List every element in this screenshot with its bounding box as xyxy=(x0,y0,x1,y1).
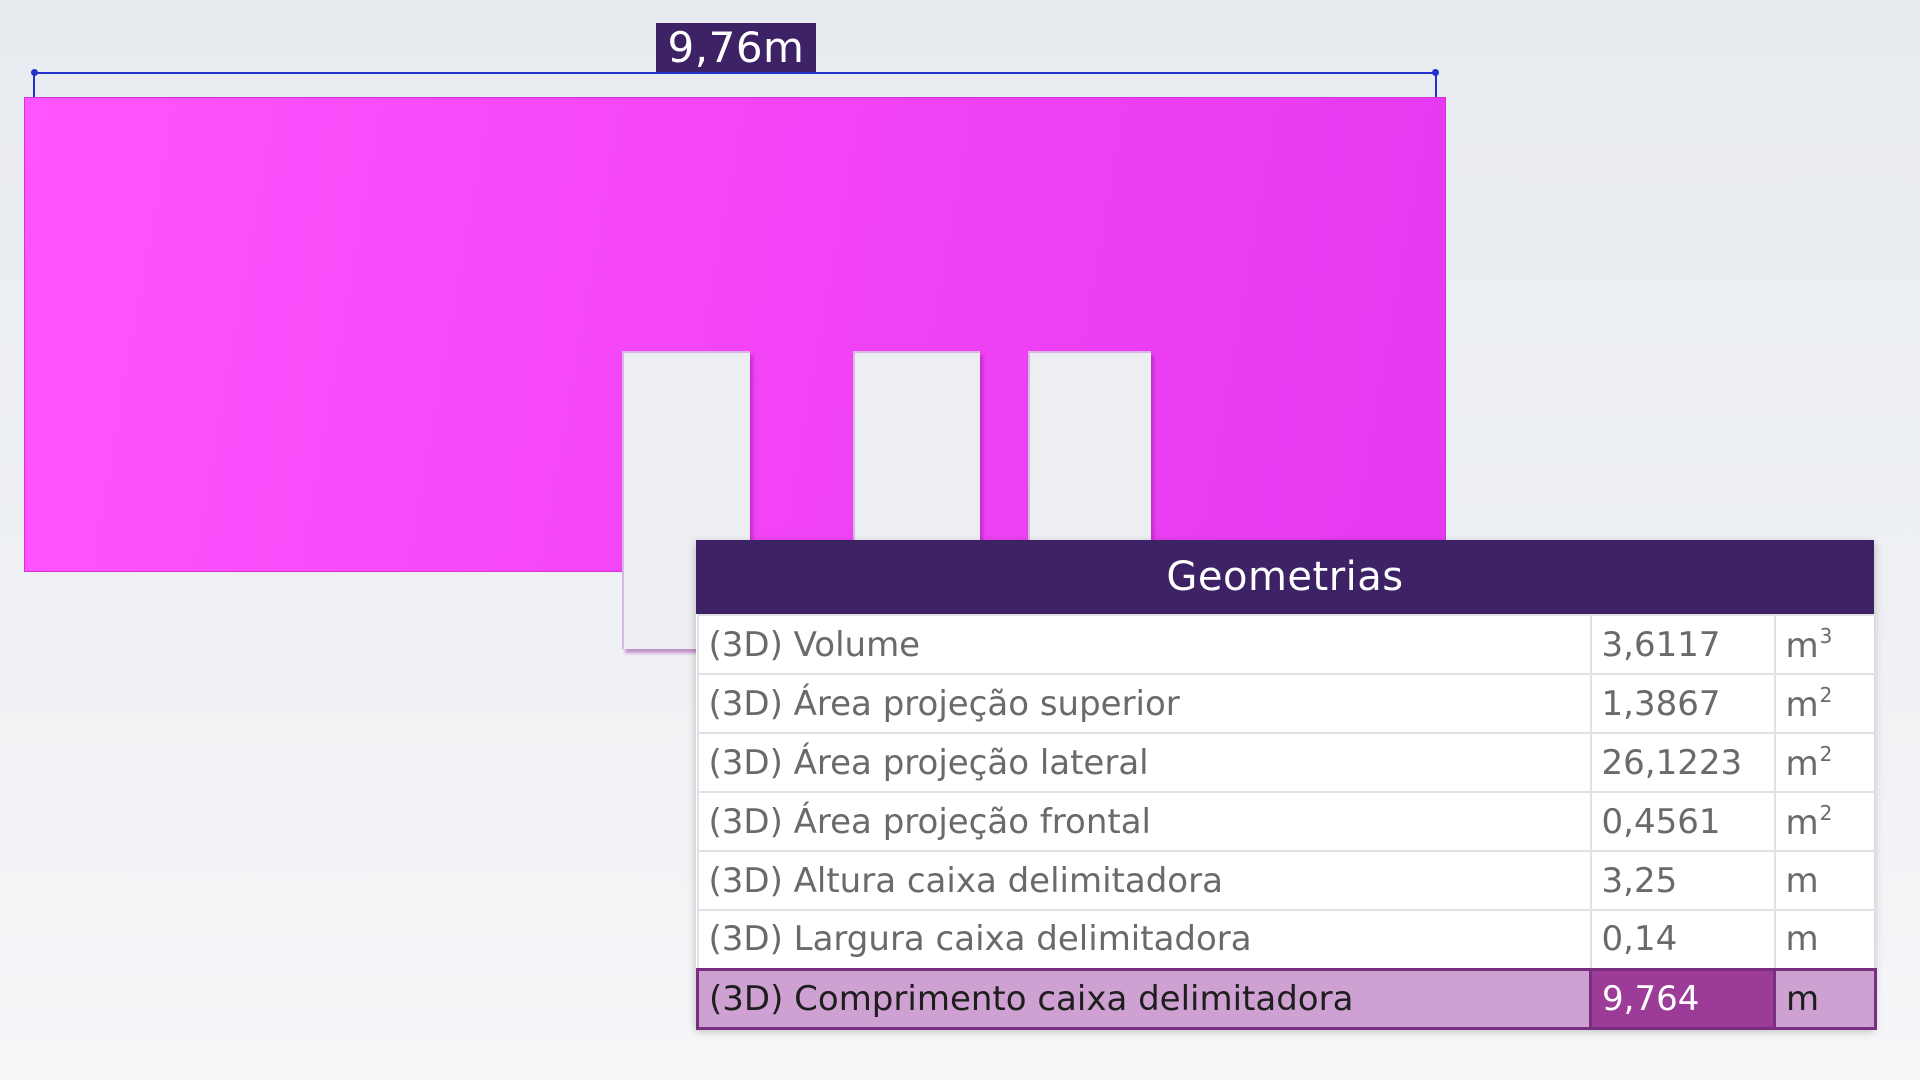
property-value[interactable]: 0,4561 xyxy=(1589,791,1776,852)
property-unit: m xyxy=(1773,850,1877,911)
property-value[interactable]: 9,764 xyxy=(1589,967,1776,1030)
property-unit: m2 xyxy=(1773,673,1877,734)
unit-symbol: m xyxy=(1786,978,1820,1019)
property-row[interactable]: (3D) Comprimento caixa delimitadora 9,764… xyxy=(696,967,1877,1030)
unit-symbol: m xyxy=(1785,919,1819,960)
unit-symbol: m xyxy=(1785,860,1819,901)
property-name: (3D) Área projeção lateral xyxy=(696,732,1592,793)
geometry-properties-panel: Geometrias (3D) Volume 3,6117 m3 (3D) Área … xyxy=(696,540,1877,1030)
property-unit: m xyxy=(1773,967,1877,1030)
dimension-line xyxy=(34,72,1437,74)
property-name: (3D) Largura caixa delimitadora xyxy=(696,909,1592,970)
unit-exponent: 2 xyxy=(1819,682,1833,707)
unit-symbol: m xyxy=(1785,625,1819,666)
dimension-endpoint-right[interactable] xyxy=(1432,69,1439,76)
property-value[interactable]: 3,6117 xyxy=(1589,614,1776,675)
unit-symbol: m xyxy=(1785,684,1819,725)
property-unit: m2 xyxy=(1773,732,1877,793)
properties-table: (3D) Volume 3,6117 m3 (3D) Área projeção su… xyxy=(696,614,1877,1030)
property-name: (3D) Área projeção frontal xyxy=(696,791,1592,852)
property-value[interactable]: 1,3867 xyxy=(1589,673,1776,734)
property-name: (3D) Área projeção superior xyxy=(696,673,1592,734)
unit-exponent: 2 xyxy=(1819,741,1833,766)
property-row[interactable]: (3D) Altura caixa delimitadora 3,25 m xyxy=(696,850,1877,911)
property-value[interactable]: 26,1223 xyxy=(1589,732,1776,793)
unit-exponent: 3 xyxy=(1819,623,1833,648)
dimension-endpoint-left[interactable] xyxy=(31,69,38,76)
property-unit: m xyxy=(1773,909,1877,970)
property-unit: m3 xyxy=(1773,614,1877,675)
property-value[interactable]: 3,25 xyxy=(1589,850,1776,911)
panel-title: Geometrias xyxy=(696,540,1874,614)
property-unit: m2 xyxy=(1773,791,1877,852)
unit-exponent: 2 xyxy=(1819,800,1833,825)
property-name: (3D) Altura caixa delimitadora xyxy=(696,850,1592,911)
property-row[interactable]: (3D) Área projeção frontal 0,4561 m2 xyxy=(696,791,1877,852)
property-name: (3D) Comprimento caixa delimitadora xyxy=(696,967,1592,1030)
dimension-label: 9,76m xyxy=(656,23,816,72)
unit-symbol: m xyxy=(1785,802,1819,843)
property-row[interactable]: (3D) Área projeção superior 1,3867 m2 xyxy=(696,673,1877,734)
property-name: (3D) Volume xyxy=(696,614,1592,675)
wall-element[interactable] xyxy=(24,97,1446,649)
property-row[interactable]: (3D) Volume 3,6117 m3 xyxy=(696,614,1877,675)
property-row[interactable]: (3D) Largura caixa delimitadora 0,14 m xyxy=(696,909,1877,970)
property-value[interactable]: 0,14 xyxy=(1589,909,1776,970)
unit-symbol: m xyxy=(1785,743,1819,784)
property-row[interactable]: (3D) Área projeção lateral 26,1223 m2 xyxy=(696,732,1877,793)
